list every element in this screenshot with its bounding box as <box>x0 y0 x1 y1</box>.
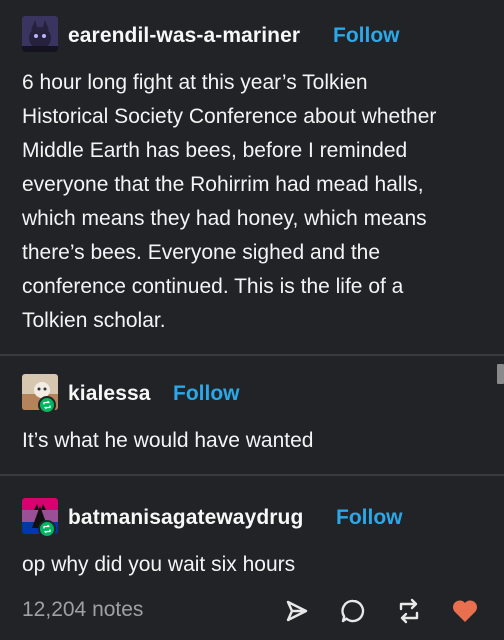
post-header: earendil-was-a-mariner Follow <box>0 16 504 60</box>
post-body: 6 hour long fight at this year’s Tolkien… <box>22 66 492 338</box>
follow-button[interactable]: Follow <box>333 24 400 48</box>
post-line: which means they had honey, which means <box>22 207 427 230</box>
reblog-button[interactable] <box>394 596 424 626</box>
follow-button[interactable]: Follow <box>173 382 240 406</box>
post-line: there’s bees. Everyone sighed and the <box>22 241 381 264</box>
post-line: conference continued. This is the life o… <box>22 275 404 298</box>
comment-button[interactable] <box>338 596 368 626</box>
post-header: batmanisagatewaydrug Follow <box>0 498 504 542</box>
post-line: 6 hour long fight at this year’s Tolkien <box>22 71 368 94</box>
post-line: Middle Earth has bees, before I reminded <box>22 139 408 162</box>
post-original: earendil-was-a-mariner Follow 6 hour lon… <box>0 16 504 332</box>
post-line: op why did you wait six hours <box>22 553 296 576</box>
reblog-icon <box>43 524 51 534</box>
username[interactable]: earendil-was-a-mariner <box>68 24 300 48</box>
reblog-icon <box>399 598 419 624</box>
notes-count[interactable]: 12,204 notes <box>22 598 143 622</box>
reblog-badge <box>38 396 56 414</box>
tumblr-post: earendil-was-a-mariner Follow 6 hour lon… <box>0 0 504 640</box>
username[interactable]: kialessa <box>68 382 151 406</box>
like-button[interactable] <box>450 596 480 626</box>
post-body: It’s what he would have wanted <box>22 424 492 458</box>
post-footer: 12,204 notes <box>0 588 504 632</box>
reblog-icon <box>43 400 51 410</box>
comment-icon <box>341 599 365 623</box>
post-line: Historical Society Conference about whet… <box>22 105 437 128</box>
post-line: Tolkien scholar. <box>22 309 166 332</box>
share-button[interactable] <box>282 596 312 626</box>
post-header: kialessa Follow <box>0 374 504 418</box>
reblog-kialessa: kialessa Follow It’s what he would have … <box>0 374 504 452</box>
reblog-batmanisagatewaydrug: batmanisagatewaydrug Follow op why did y… <box>0 498 504 576</box>
follow-button[interactable]: Follow <box>336 506 403 530</box>
divider <box>0 354 504 356</box>
post-line: It’s what he would have wanted <box>22 429 314 452</box>
username[interactable]: batmanisagatewaydrug <box>68 506 303 530</box>
reblog-badge <box>38 520 56 538</box>
post-body: op why did you wait six hours <box>22 548 492 582</box>
post-line: everyone that the Rohirrim had mead hall… <box>22 173 424 196</box>
divider <box>0 474 504 476</box>
heart-icon <box>452 600 478 622</box>
share-icon <box>286 600 308 622</box>
avatar[interactable] <box>22 16 58 52</box>
